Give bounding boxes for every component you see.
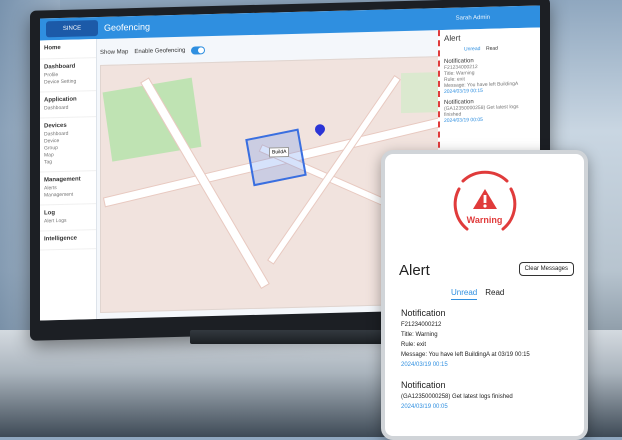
alert-panel-title: Alert: [444, 33, 461, 43]
notification-line: Rule: exit: [401, 342, 427, 348]
tab-read[interactable]: Read: [485, 288, 504, 300]
notification-date: 2024/03/19 00:05: [401, 404, 448, 410]
notification-line: Title: Warning: [401, 332, 438, 338]
tab-unread[interactable]: Unread: [464, 46, 480, 52]
sidebar-item-label: Intelligence: [44, 235, 78, 243]
warning-label: Warning: [466, 215, 503, 225]
alert-tabs: Unread Read: [451, 288, 504, 300]
notification-date: 2024/03/19 00:05: [444, 116, 483, 124]
page-title: Alert: [399, 262, 430, 279]
list-item[interactable]: Notification F21234000212 Title: Warning…: [444, 57, 536, 95]
sidebar-item-label: Application: [44, 96, 77, 104]
monitor-stand: [190, 330, 390, 344]
notification-message: (GA12350000258) Get latest logs finished: [401, 394, 513, 400]
geofence-toggle[interactable]: [191, 46, 206, 55]
warning-icon: [453, 170, 517, 231]
notification-id: F21234000212: [401, 322, 442, 328]
app-title: Geofencing: [104, 21, 151, 33]
sidebar-subitem[interactable]: Tag: [44, 158, 92, 166]
alert-popup: Warning Alert Clear Messages Unread Read…: [381, 150, 588, 440]
logo: SINCE: [46, 20, 98, 38]
notification-date: 2024/03/19 00:15: [401, 362, 448, 368]
clear-messages-button[interactable]: Clear Messages: [518, 262, 574, 276]
sidebar-subitem[interactable]: Dashboard: [44, 104, 92, 112]
geofence-label: BuildA: [269, 147, 290, 158]
notification-message: Message: You have left BuildingA at 03/1…: [401, 352, 530, 358]
notification-title: Notification: [401, 380, 446, 390]
list-item[interactable]: Notification F21234000212 Title: Warning…: [401, 308, 576, 370]
sidebar-item-label: Log: [44, 210, 55, 217]
sidebar-item[interactable]: Application Dashboard: [40, 91, 96, 119]
sidebar-item[interactable]: Intelligence: [40, 230, 96, 251]
road: [141, 78, 269, 288]
notification-date: 2024/03/19 00:15: [444, 87, 483, 95]
sidebar-subitem[interactable]: Management: [44, 191, 92, 199]
list-item[interactable]: Notification (GA12350000258) Get latest …: [401, 380, 576, 412]
toggle-label: Enable Geofencing: [134, 47, 186, 56]
location-pin-icon[interactable]: [312, 122, 328, 137]
sidebar-item[interactable]: Devices Dashboard Device Group Map Tag: [40, 117, 96, 173]
tab-read[interactable]: Read: [486, 46, 498, 52]
sidebar-item[interactable]: Home: [40, 39, 96, 60]
sidebar-item-label: Home: [44, 45, 61, 52]
tab-unread[interactable]: Unread: [451, 288, 478, 300]
sidebar-subitem[interactable]: Alert Logs: [44, 217, 92, 225]
list-item[interactable]: Notification (GA12350000258) Get latest …: [444, 98, 536, 124]
sidebar-item-label: Management: [44, 176, 81, 184]
notification-title: Notification: [401, 308, 446, 318]
toolbar-label: Show Map: [100, 49, 129, 56]
sidebar-item-label: Dashboard: [44, 63, 76, 71]
user-name[interactable]: Sarah Admin: [456, 15, 490, 22]
sidebar-item[interactable]: Management Alerts Management: [40, 171, 96, 206]
alert-panel-tabs[interactable]: Unread Read: [464, 45, 536, 53]
sidebar-item[interactable]: Dashboard Profile Device Setting: [40, 58, 96, 93]
sidebar: Home Dashboard Profile Device Setting Applic…: [40, 39, 97, 321]
sidebar-item[interactable]: Log Alert Logs: [40, 204, 96, 232]
sidebar-item-label: Devices: [44, 122, 67, 130]
sidebar-subitem[interactable]: Device Setting: [44, 78, 92, 86]
